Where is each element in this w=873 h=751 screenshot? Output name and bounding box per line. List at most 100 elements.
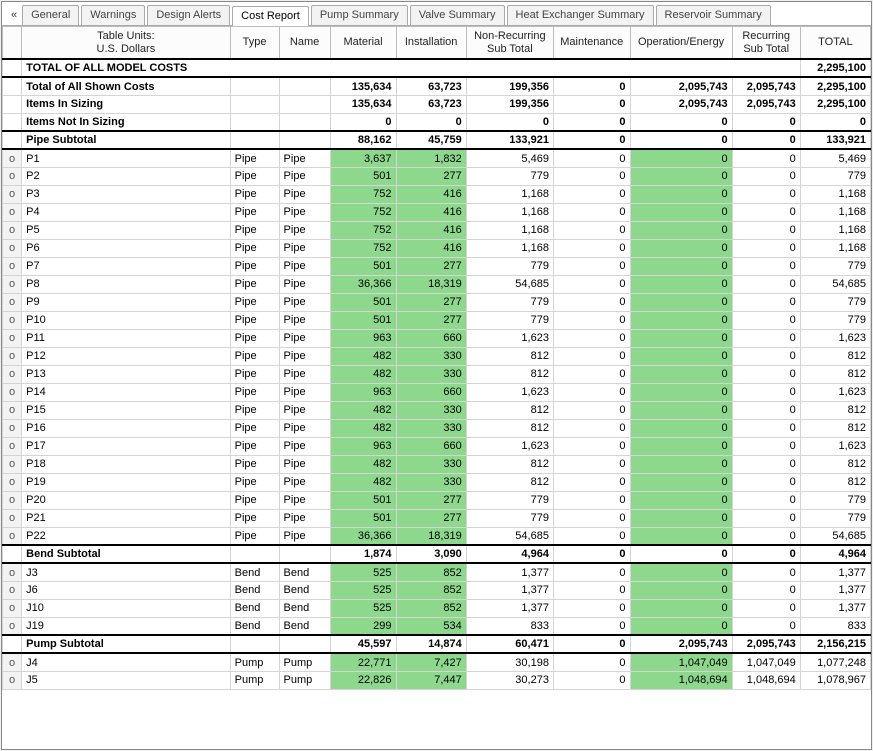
cell-recurring[interactable]: 0 bbox=[732, 293, 800, 311]
cell-nonrecurring[interactable]: 54,685 bbox=[466, 527, 553, 545]
cell-installation[interactable]: 7,447 bbox=[396, 671, 466, 689]
row-marker[interactable]: o bbox=[3, 347, 22, 365]
cell-maintenance[interactable]: 0 bbox=[553, 113, 630, 131]
cell-installation[interactable]: 660 bbox=[396, 329, 466, 347]
cell-installation[interactable]: 277 bbox=[396, 167, 466, 185]
cell-recurring[interactable]: 0 bbox=[732, 419, 800, 437]
cell-operation[interactable]: 2,095,743 bbox=[630, 77, 732, 95]
cell-total[interactable]: 1,168 bbox=[800, 203, 870, 221]
cell-material[interactable]: 0 bbox=[330, 113, 396, 131]
cell-recurring[interactable]: 0 bbox=[732, 239, 800, 257]
cell-material[interactable]: 752 bbox=[330, 239, 396, 257]
row-marker[interactable]: o bbox=[3, 419, 22, 437]
cell-recurring[interactable]: 0 bbox=[732, 311, 800, 329]
cell-name[interactable]: Pipe bbox=[279, 365, 330, 383]
cell-recurring[interactable]: 0 bbox=[732, 383, 800, 401]
cell-material[interactable]: 525 bbox=[330, 563, 396, 581]
cell-nonrecurring[interactable]: 1,377 bbox=[466, 599, 553, 617]
cell-name[interactable]: Pipe bbox=[279, 311, 330, 329]
cell-nonrecurring[interactable]: 1,377 bbox=[466, 581, 553, 599]
cell-total[interactable]: 812 bbox=[800, 473, 870, 491]
cell-material[interactable]: 482 bbox=[330, 473, 396, 491]
cell-installation[interactable]: 14,874 bbox=[396, 635, 466, 653]
row-marker[interactable]: o bbox=[3, 491, 22, 509]
row-marker[interactable]: o bbox=[3, 311, 22, 329]
cell-name[interactable]: Pipe bbox=[279, 293, 330, 311]
cell-maintenance[interactable]: 0 bbox=[553, 581, 630, 599]
cell-label[interactable]: P15 bbox=[22, 401, 230, 419]
cell-name[interactable]: Pump bbox=[279, 653, 330, 671]
cell-name[interactable] bbox=[279, 635, 330, 653]
cell-label[interactable]: P4 bbox=[22, 203, 230, 221]
cell-nonrecurring[interactable]: 812 bbox=[466, 473, 553, 491]
row-marker[interactable]: o bbox=[3, 365, 22, 383]
cell-total[interactable]: 779 bbox=[800, 167, 870, 185]
cell-recurring[interactable]: 0 bbox=[732, 167, 800, 185]
cell-name[interactable]: Pipe bbox=[279, 329, 330, 347]
cell-name[interactable]: Bend bbox=[279, 599, 330, 617]
cell-total[interactable]: 812 bbox=[800, 419, 870, 437]
cell-nonrecurring[interactable]: 779 bbox=[466, 167, 553, 185]
cell-maintenance[interactable]: 0 bbox=[553, 239, 630, 257]
cell-installation[interactable]: 330 bbox=[396, 347, 466, 365]
cell-nonrecurring[interactable]: 833 bbox=[466, 617, 553, 635]
cell-operation[interactable]: 0 bbox=[630, 257, 732, 275]
cell-label[interactable]: P13 bbox=[22, 365, 230, 383]
cell-maintenance[interactable]: 0 bbox=[553, 149, 630, 167]
cell-installation[interactable]: 330 bbox=[396, 365, 466, 383]
cell-operation[interactable]: 0 bbox=[630, 545, 732, 563]
cell-maintenance[interactable]: 0 bbox=[553, 455, 630, 473]
cell-operation[interactable]: 0 bbox=[630, 527, 732, 545]
cell-total[interactable]: 54,685 bbox=[800, 527, 870, 545]
cell-installation[interactable]: 416 bbox=[396, 221, 466, 239]
cell-maintenance[interactable]: 0 bbox=[553, 401, 630, 419]
cell-nonrecurring[interactable]: 779 bbox=[466, 311, 553, 329]
cell-installation[interactable]: 330 bbox=[396, 401, 466, 419]
cell-operation[interactable]: 0 bbox=[630, 509, 732, 527]
cell-material[interactable]: 482 bbox=[330, 401, 396, 419]
cell-nonrecurring[interactable]: 1,168 bbox=[466, 185, 553, 203]
cell-nonrecurring[interactable]: 0 bbox=[466, 113, 553, 131]
cell-total[interactable]: 812 bbox=[800, 455, 870, 473]
cell-operation[interactable]: 0 bbox=[630, 455, 732, 473]
cell-maintenance[interactable]: 0 bbox=[553, 473, 630, 491]
cell-recurring[interactable]: 0 bbox=[732, 455, 800, 473]
cell-label[interactable]: P1 bbox=[22, 149, 230, 167]
cell-type[interactable]: Pump bbox=[230, 671, 279, 689]
cell-recurring[interactable]: 0 bbox=[732, 347, 800, 365]
cell-nonrecurring[interactable]: 812 bbox=[466, 419, 553, 437]
cell-installation[interactable]: 852 bbox=[396, 563, 466, 581]
row-marker[interactable] bbox=[3, 95, 22, 113]
cell-label[interactable]: J6 bbox=[22, 581, 230, 599]
cell-name[interactable]: Pipe bbox=[279, 257, 330, 275]
tab-general[interactable]: General bbox=[22, 5, 79, 25]
row-marker[interactable]: o bbox=[3, 455, 22, 473]
cell-nonrecurring[interactable]: 1,623 bbox=[466, 383, 553, 401]
cell-nonrecurring[interactable]: 812 bbox=[466, 401, 553, 419]
cell-maintenance[interactable]: 0 bbox=[553, 221, 630, 239]
cell-type[interactable] bbox=[230, 113, 279, 131]
cell-type[interactable] bbox=[230, 77, 279, 95]
cell-installation[interactable]: 534 bbox=[396, 617, 466, 635]
cell-material[interactable]: 525 bbox=[330, 599, 396, 617]
cell-type[interactable]: Pipe bbox=[230, 491, 279, 509]
hdr-blank[interactable] bbox=[3, 27, 22, 60]
cell-label[interactable]: P16 bbox=[22, 419, 230, 437]
row-marker[interactable]: o bbox=[3, 383, 22, 401]
cell-installation[interactable]: 18,319 bbox=[396, 275, 466, 293]
cell-name[interactable]: Pipe bbox=[279, 473, 330, 491]
cell-total[interactable]: 2,156,215 bbox=[800, 635, 870, 653]
cell-nonrecurring[interactable]: 779 bbox=[466, 509, 553, 527]
cell-total[interactable]: 2,295,100 bbox=[800, 77, 870, 95]
cell-material[interactable]: 963 bbox=[330, 383, 396, 401]
cell-maintenance[interactable]: 0 bbox=[553, 185, 630, 203]
cell-installation[interactable]: 277 bbox=[396, 311, 466, 329]
cell-name[interactable]: Pump bbox=[279, 671, 330, 689]
cell-maintenance[interactable]: 0 bbox=[553, 563, 630, 581]
cell-maintenance[interactable]: 0 bbox=[553, 545, 630, 563]
cell-total[interactable]: 1,623 bbox=[800, 329, 870, 347]
tab-heat-exchanger-summary[interactable]: Heat Exchanger Summary bbox=[507, 5, 654, 25]
cell-recurring[interactable]: 0 bbox=[732, 599, 800, 617]
row-marker[interactable] bbox=[3, 131, 22, 149]
cell-recurring[interactable]: 0 bbox=[732, 275, 800, 293]
